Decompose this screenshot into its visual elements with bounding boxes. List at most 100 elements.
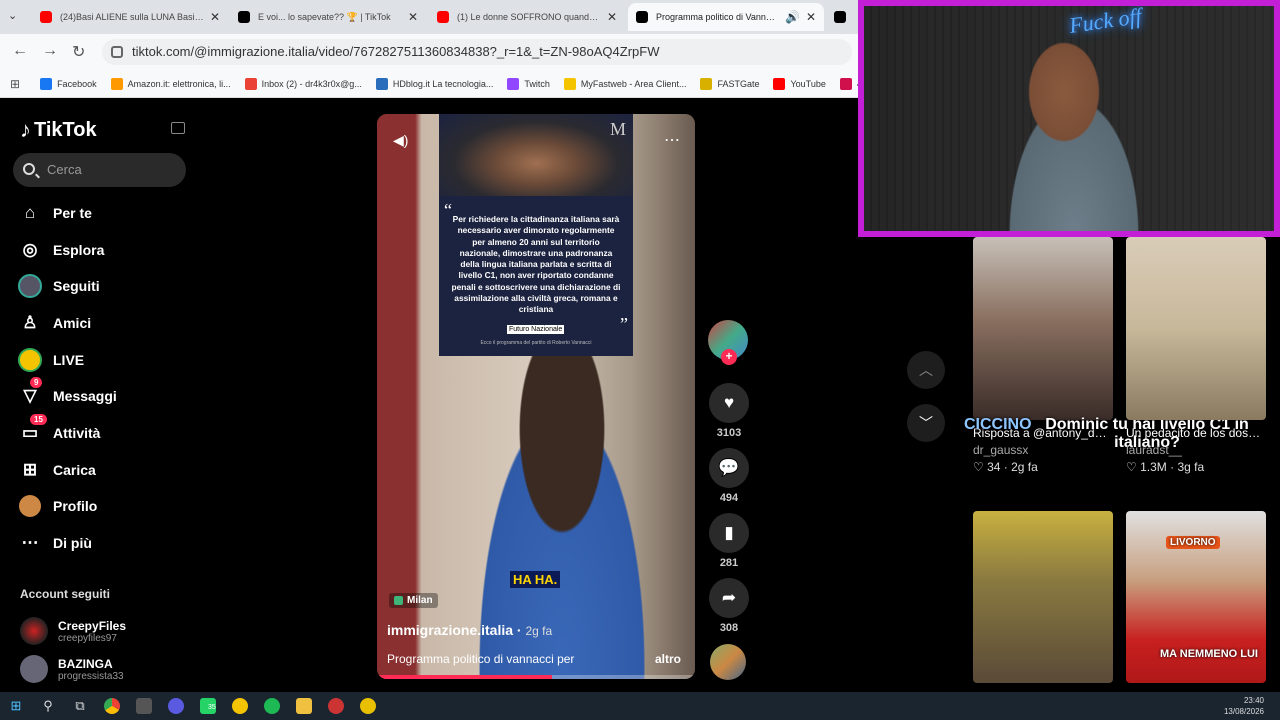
share-icon[interactable]: ➦ [709, 578, 749, 618]
nav-profilo[interactable]: Profilo [18, 491, 188, 521]
grid-video-title: Un pedacito de los dos🤍 #puppylove... [1126, 426, 1266, 440]
tab-2[interactable]: E voi... lo sapevate?? 🏆 | TikTok ✕ [230, 3, 426, 31]
windows-start-icon[interactable]: ⊞ [0, 692, 32, 720]
youtube-icon [773, 77, 786, 90]
app-icon-2[interactable] [352, 692, 384, 720]
system-clock[interactable]: 23:40 13/08/2026 [1224, 695, 1264, 717]
chrome-icon[interactable] [96, 692, 128, 720]
apps-icon[interactable]: ⊞ [10, 77, 20, 91]
url-input[interactable]: tiktok.com/@immigrazione.italia/video/76… [102, 39, 852, 65]
location-label: Milan [407, 595, 433, 606]
following-account-bazinga[interactable]: BAZINGA progressista33 [20, 652, 124, 686]
comment-action[interactable]: 💬 494 [708, 448, 750, 504]
speaker-icon[interactable]: 🔊 [785, 10, 800, 24]
tab-title: (1) Le donne SOFFRONO quando i cat [457, 12, 601, 22]
bookmark-gmail[interactable]: Inbox (2) - dr4k3r0x@g... [244, 77, 362, 90]
close-tab-icon[interactable]: ✕ [806, 10, 816, 24]
nav-esplora[interactable]: ◎ Esplora [18, 235, 188, 265]
grid-video-3[interactable] [973, 511, 1113, 683]
like-action[interactable]: ♥ 3103 [708, 383, 750, 439]
close-tab-icon[interactable]: ✕ [408, 10, 418, 24]
app-icon[interactable] [320, 692, 352, 720]
tab-4-active[interactable]: Programma politico di Vannacci p 🔊 ✕ [628, 3, 824, 31]
nav-per-te[interactable]: ⌂ Per te [18, 198, 188, 228]
bookmark-label: YouTube [790, 78, 826, 89]
nav-seguiti[interactable]: Seguiti [18, 271, 188, 301]
forward-icon[interactable]: → [42, 42, 58, 60]
tab-search-icon[interactable]: ⌄ [8, 9, 17, 22]
heart-icon[interactable]: ♥ [709, 383, 749, 423]
following-account-creepyfiles[interactable]: CreepyFiles creepyfiles97 [20, 614, 126, 648]
next-video-button[interactable]: ﹀ [907, 404, 945, 442]
share-action[interactable]: ➦ 308 [708, 578, 750, 634]
vpn-icon[interactable] [160, 692, 192, 720]
whatsapp-icon[interactable]: 35 [192, 692, 224, 720]
calculator-icon[interactable] [128, 692, 160, 720]
volume-icon[interactable]: ◀) [393, 132, 408, 149]
video-author[interactable]: immigrazione.italia · 2g fa [387, 622, 552, 638]
file-explorer-icon[interactable] [288, 692, 320, 720]
back-icon[interactable]: ← [12, 42, 28, 60]
nav-label: Carica [53, 462, 96, 478]
previous-video-button[interactable]: ︿ [907, 351, 945, 389]
messages-icon: ▽ 9 [18, 377, 43, 408]
quote-subtext: Ecco il programma del partito di Roberto… [480, 340, 592, 346]
more-options-icon[interactable]: ⋯ [664, 130, 681, 150]
nav-attivita[interactable]: ▭ 15 Attività [18, 414, 188, 448]
tab-5[interactable] [826, 3, 860, 31]
close-tab-icon[interactable]: ✕ [607, 10, 617, 24]
nav-live[interactable]: LIVE [18, 345, 188, 375]
grid-video-2[interactable]: Un pedacito de los dos🤍 #puppylove... la… [1126, 237, 1266, 474]
spotify-icon[interactable] [256, 692, 288, 720]
nav-label: Messaggi [53, 388, 117, 404]
upload-icon: ⊞ [22, 460, 38, 479]
bookmark-fastgate[interactable]: FASTGate [700, 77, 760, 90]
following-section-title: Account seguiti [20, 587, 111, 601]
live-icon [18, 348, 42, 372]
bookmark-twitch[interactable]: Twitch [507, 77, 550, 90]
nav-label: LIVE [53, 352, 85, 368]
account-handle: progressista33 [58, 670, 124, 682]
windows-taskbar: ⊞ ⚲ ⧉ 35 23:40 13/08/2026 [0, 692, 1280, 720]
nav-label: Esplora [53, 242, 105, 258]
collapse-sidebar-icon[interactable] [171, 122, 185, 134]
address-bar-row: ← → ↻ tiktok.com/@immigrazione.italia/vi… [0, 34, 860, 70]
location-tag[interactable]: Milan [389, 593, 438, 608]
chevron-up-icon: ︿ [919, 362, 933, 378]
video-player[interactable]: “ Per richiedere la cittadinanza italian… [377, 114, 695, 679]
bookmark-facebook[interactable]: Facebook [40, 77, 97, 90]
tab-title: Programma politico di Vannacci p [656, 12, 779, 22]
more-description-link[interactable]: altro [655, 652, 681, 666]
grid-like-count: 1.3M [1140, 460, 1167, 474]
video-progress-bar[interactable] [377, 675, 695, 679]
tab-3[interactable]: (1) Le donne SOFFRONO quando i cat ✕ [429, 3, 625, 31]
nav-carica[interactable]: ⊞ Carica [18, 455, 188, 485]
bookmark-youtube[interactable]: YouTube [773, 77, 826, 90]
weather-icon[interactable] [224, 692, 256, 720]
tiktok-favicon-icon [636, 11, 648, 23]
bookmark-hdblog[interactable]: HDblog.it La tecnologia... [375, 77, 493, 90]
reload-icon[interactable]: ↻ [72, 42, 85, 62]
bookmark-label: FASTGate [717, 78, 760, 89]
comment-count: 494 [719, 492, 739, 504]
account-name: BAZINGA [58, 656, 113, 671]
youtube-favicon-icon [437, 11, 449, 23]
task-view-icon[interactable]: ⧉ [64, 692, 96, 720]
site-info-icon[interactable] [111, 46, 123, 58]
close-tab-icon[interactable]: ✕ [210, 10, 220, 24]
bookmark-icon[interactable]: ▮ [709, 513, 749, 553]
bookmark-amazon[interactable]: Amazon.it: elettronica, li... [110, 77, 231, 90]
fastgate-icon [700, 77, 713, 90]
tiktok-logo[interactable]: ♪ TikTok [20, 117, 97, 143]
nav-di-piu[interactable]: ⋯ Di più [18, 528, 188, 558]
nav-messaggi[interactable]: ▽ 9 Messaggi [18, 377, 188, 411]
nav-amici[interactable]: ♙ Amici [18, 308, 188, 338]
search-icon[interactable]: ⚲ [32, 692, 64, 720]
save-action[interactable]: ▮ 281 [708, 513, 750, 569]
comment-icon[interactable]: 💬 [709, 448, 749, 488]
music-disc-icon[interactable] [710, 644, 746, 680]
bookmark-myfastweb[interactable]: MyFastweb - Area Client... [563, 77, 686, 90]
tab-1[interactable]: (24)Basi ALIENE sulla LUNA Basi Aliene ✕ [32, 3, 228, 31]
follow-plus-icon[interactable]: + [721, 349, 737, 365]
search-input[interactable]: Cerca [13, 153, 186, 187]
